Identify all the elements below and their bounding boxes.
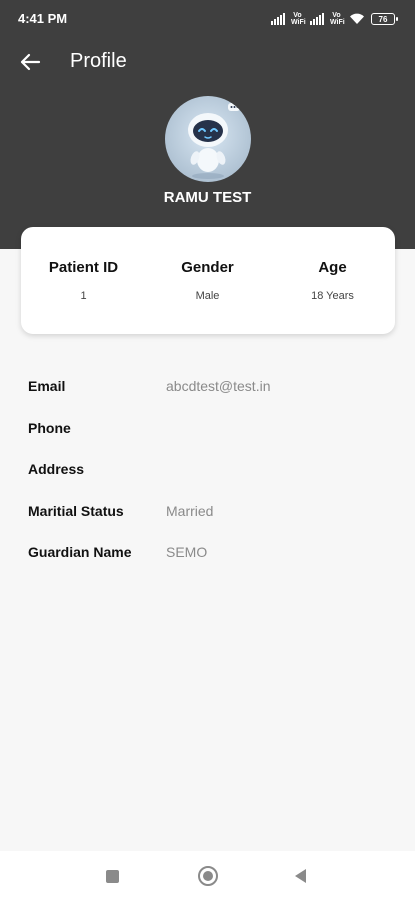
profile-details: Email abcdtest@test.in Phone Address Mar… <box>28 378 388 586</box>
gender-value: Male <box>195 290 220 302</box>
detail-value: abcdtest@test.in <box>166 378 271 394</box>
detail-label: Address <box>28 461 85 477</box>
system-nav-bar <box>0 851 415 900</box>
robot-avatar-icon <box>188 103 240 179</box>
detail-label: Phone <box>28 419 71 436</box>
circle-icon[interactable] <box>198 866 218 886</box>
arrow-left-icon <box>20 53 41 71</box>
page-title: Profile <box>70 50 127 72</box>
detail-row-phone: Phone <box>28 420 388 462</box>
volte-wifi-icon: Vo WiFi <box>330 12 345 26</box>
detail-value: SEMO <box>166 544 208 560</box>
age-label: Age <box>318 259 347 276</box>
triangle-back-icon[interactable] <box>295 869 306 883</box>
detail-label: Guardian Name <box>28 544 132 560</box>
status-icons: Vo WiFi Vo WiFi 76 <box>271 10 398 28</box>
signal-icon <box>271 13 285 25</box>
detail-row-address: Address <box>28 461 388 503</box>
battery-icon: 76 <box>371 13 398 25</box>
detail-label: Email <box>28 378 66 394</box>
avatar <box>165 96 251 182</box>
square-icon[interactable] <box>106 870 119 883</box>
volte-wifi-icon: Vo WiFi <box>291 12 306 26</box>
profile-header: 4:41 PM Vo WiFi Vo WiFi 76 Profile RAMU … <box>0 0 415 249</box>
detail-row-marital-status: Maritial Status Married <box>28 503 388 545</box>
wifi-icon <box>349 13 365 25</box>
gender-column: Gender Male <box>145 259 270 302</box>
detail-value: Married <box>166 502 214 519</box>
gender-label: Gender <box>181 259 234 276</box>
patient-id-value: 1 <box>80 290 87 302</box>
user-name: RAMU TEST <box>163 189 252 206</box>
profile-screen: 4:41 PM Vo WiFi Vo WiFi 76 Profile RAMU … <box>0 0 415 900</box>
signal-icon <box>310 13 324 25</box>
patient-id-label: Patient ID <box>48 259 119 276</box>
back-button[interactable] <box>15 47 45 77</box>
detail-row-guardian-name: Guardian Name SEMO <box>28 544 388 586</box>
status-bar: 4:41 PM Vo WiFi Vo WiFi 76 <box>0 0 415 38</box>
patient-summary-card: Patient ID 1 Gender Male Age 18 Years <box>21 227 395 334</box>
age-value: 18 Years <box>311 290 354 302</box>
status-time: 4:41 PM <box>18 11 68 26</box>
detail-label: Maritial Status <box>28 502 124 519</box>
age-column: Age 18 Years <box>270 259 395 302</box>
patient-id-column: Patient ID 1 <box>21 259 146 302</box>
detail-row-email: Email abcdtest@test.in <box>28 378 388 420</box>
